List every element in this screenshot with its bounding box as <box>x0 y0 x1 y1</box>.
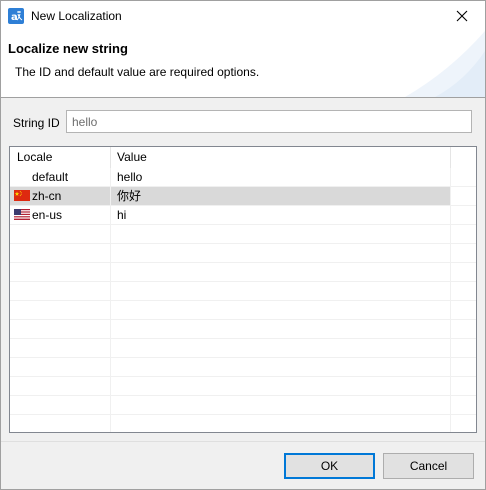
empty-row <box>10 301 476 320</box>
empty-cell <box>111 358 451 376</box>
empty-cell <box>10 396 111 414</box>
localization-table: Locale Value default hello zh-cn 你好 en-u… <box>9 146 477 433</box>
locale-cell: en-us <box>10 206 111 224</box>
empty-cell <box>10 263 111 281</box>
string-id-input[interactable] <box>66 110 472 133</box>
locale-cell: default <box>10 168 111 186</box>
locale-label: zh-cn <box>32 189 62 203</box>
china-flag-icon <box>14 190 30 201</box>
dialog-window: a New Localization Localize new string T… <box>0 0 486 490</box>
empty-cell <box>111 339 451 357</box>
title-bar[interactable]: a New Localization <box>1 1 485 31</box>
empty-cell <box>10 282 111 300</box>
close-icon <box>456 10 468 22</box>
empty-cell <box>111 415 451 432</box>
column-header-filler <box>451 147 476 168</box>
empty-cell <box>111 301 451 319</box>
empty-cell <box>111 320 451 338</box>
empty-cell <box>10 377 111 395</box>
filler-cell <box>451 187 476 205</box>
empty-cell <box>111 225 451 243</box>
svg-text:a: a <box>11 12 18 23</box>
value-cell[interactable]: hi <box>111 206 451 224</box>
empty-row <box>10 244 476 263</box>
empty-cell <box>10 320 111 338</box>
empty-cell <box>10 339 111 357</box>
ok-button[interactable]: OK <box>284 453 375 479</box>
empty-cell <box>10 415 111 432</box>
empty-row <box>10 396 476 415</box>
cancel-button[interactable]: Cancel <box>383 453 474 479</box>
table-row[interactable]: zh-cn 你好 <box>10 187 476 206</box>
value-cell[interactable]: hello <box>111 168 451 186</box>
string-id-label: String ID <box>13 116 60 130</box>
empty-cell <box>111 377 451 395</box>
empty-cell <box>111 263 451 281</box>
table-row[interactable]: en-us hi <box>10 206 476 225</box>
locale-label: en-us <box>32 208 63 222</box>
filler-cell <box>451 206 476 224</box>
header-banner: Localize new string The ID and default v… <box>1 31 485 97</box>
empty-cell <box>111 244 451 262</box>
us-flag-icon <box>14 209 30 220</box>
empty-cell <box>10 244 111 262</box>
empty-row <box>10 320 476 339</box>
header-divider <box>1 97 485 98</box>
page-description: The ID and default value are required op… <box>15 65 260 79</box>
column-header-locale[interactable]: Locale <box>10 147 111 168</box>
empty-row <box>10 339 476 358</box>
footer-divider <box>1 441 485 442</box>
empty-row <box>10 377 476 396</box>
table-header: Locale Value <box>10 147 476 168</box>
empty-row <box>10 263 476 282</box>
table-rows: default hello zh-cn 你好 en-us hi <box>10 168 476 432</box>
column-header-value[interactable]: Value <box>111 147 451 168</box>
localization-app-icon: a <box>8 8 24 24</box>
window-title: New Localization <box>31 9 122 23</box>
empty-cell <box>111 396 451 414</box>
close-button[interactable] <box>439 1 485 31</box>
empty-row <box>10 415 476 432</box>
filler-cell <box>451 168 476 186</box>
empty-row <box>10 282 476 301</box>
banner-decoration <box>405 31 485 97</box>
value-cell[interactable]: 你好 <box>111 187 451 205</box>
table-row[interactable]: default hello <box>10 168 476 187</box>
empty-row <box>10 358 476 377</box>
locale-cell: zh-cn <box>10 187 111 205</box>
empty-cell <box>10 301 111 319</box>
page-title: Localize new string <box>8 41 128 56</box>
empty-cell <box>10 225 111 243</box>
empty-row <box>10 225 476 244</box>
empty-cell <box>10 358 111 376</box>
empty-cell <box>111 282 451 300</box>
